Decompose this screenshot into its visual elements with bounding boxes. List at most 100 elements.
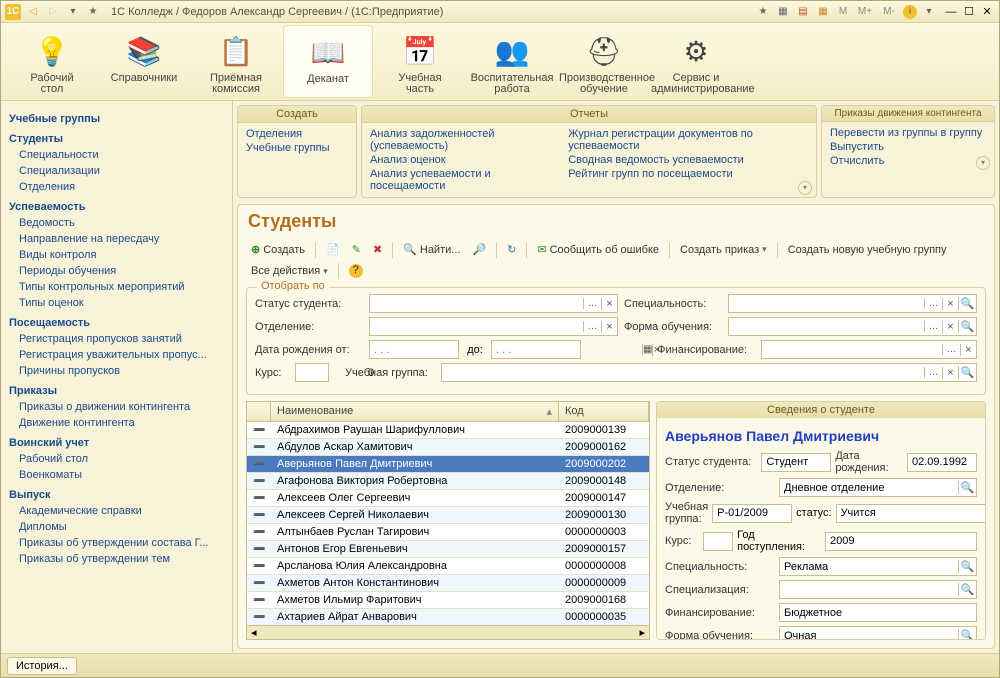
- birth-to-input[interactable]: ▦×: [491, 340, 581, 359]
- sidebar-item[interactable]: Академические справки: [5, 503, 228, 519]
- panel-link[interactable]: Учебные группы: [246, 141, 348, 155]
- search-icon[interactable]: 🔍: [958, 320, 976, 333]
- sidebar-item[interactable]: Приказы об утверждении состава Г...: [5, 535, 228, 551]
- status-field[interactable]: [761, 453, 831, 472]
- table-row[interactable]: ➖Антонов Егор Евгеньевич2009000157: [247, 541, 649, 558]
- table-row[interactable]: ➖Ахтариев Айрат Анварович0000000035: [247, 609, 649, 625]
- calc-icon[interactable]: ▦: [815, 4, 831, 20]
- close-button[interactable]: ✕: [979, 4, 995, 20]
- sidebar-section[interactable]: Успеваемость: [5, 195, 228, 215]
- nav-fwd-icon[interactable]: ▷: [45, 4, 61, 20]
- sidebar-item[interactable]: Периоды обучения: [5, 263, 228, 279]
- dropdown2-icon[interactable]: ▾: [921, 4, 937, 20]
- clear-icon[interactable]: ×: [942, 298, 958, 310]
- lookup-icon[interactable]: …: [583, 298, 601, 309]
- sidebar-item[interactable]: Причины пропусков: [5, 363, 228, 379]
- edit-button[interactable]: ✎: [347, 240, 366, 259]
- search-icon[interactable]: 🔍: [958, 583, 976, 596]
- ribbon-1[interactable]: 📚Справочники: [99, 25, 189, 98]
- sidebar-item[interactable]: Отделения: [5, 179, 228, 195]
- table-row[interactable]: ➖Алексеев Сергей Николаевич2009000130: [247, 507, 649, 524]
- ribbon-7[interactable]: ⚙Сервис и администрирование: [651, 25, 741, 98]
- sidebar-item[interactable]: Типы оценок: [5, 295, 228, 311]
- group-input[interactable]: …×🔍: [441, 363, 977, 382]
- clear-find-button[interactable]: 🔎: [467, 240, 491, 259]
- panel-link[interactable]: Выпустить: [830, 140, 986, 154]
- table-row[interactable]: ➖Ахметов Антон Константинович0000000009: [247, 575, 649, 592]
- history-button[interactable]: История...: [7, 657, 77, 675]
- table-row[interactable]: ➖Агафонова Виктория Робертовна2009000148: [247, 473, 649, 490]
- sidebar-section[interactable]: Посещаемость: [5, 311, 228, 331]
- maximize-button[interactable]: ☐: [961, 4, 977, 20]
- minimize-button[interactable]: —: [943, 4, 959, 20]
- expand-icon[interactable]: ▾: [976, 156, 990, 170]
- lookup-icon[interactable]: …: [583, 321, 601, 332]
- sidebar-item[interactable]: Регистрация уважительных пропус...: [5, 347, 228, 363]
- form-field[interactable]: 🔍: [779, 626, 977, 640]
- sidebar-item[interactable]: Приказы о движении контингента: [5, 399, 228, 415]
- table-row[interactable]: ➖Алексеев Олег Сергеевич2009000147: [247, 490, 649, 507]
- grid-icon[interactable]: ▦: [775, 4, 791, 20]
- gstatus-field[interactable]: [836, 504, 986, 523]
- panel-link[interactable]: Журнал регистрации документов по успевае…: [568, 127, 788, 153]
- clear-icon[interactable]: ×: [942, 321, 958, 333]
- spec-field[interactable]: 🔍: [779, 557, 977, 576]
- ribbon-3[interactable]: 📖Деканат: [283, 25, 373, 98]
- form-input[interactable]: …×🔍: [728, 317, 977, 336]
- group-field[interactable]: 🔍: [712, 504, 792, 523]
- copy-button[interactable]: 📄: [321, 240, 345, 259]
- sidebar-item[interactable]: Специальности: [5, 147, 228, 163]
- sidebar-section[interactable]: Воинский учет: [5, 431, 228, 451]
- favorite-icon[interactable]: ★: [85, 4, 101, 20]
- ribbon-5[interactable]: 👥Воспитательная работа: [467, 25, 557, 98]
- mminus-btn[interactable]: M-: [879, 4, 899, 20]
- sidebar-item[interactable]: Специализации: [5, 163, 228, 179]
- ribbon-6[interactable]: ⛑Производственное обучение: [559, 25, 649, 98]
- specn-field[interactable]: 🔍: [779, 580, 977, 599]
- search-icon[interactable]: 🔍: [958, 629, 976, 640]
- panel-link[interactable]: Сводная ведомость успеваемости: [568, 153, 788, 167]
- sidebar-section[interactable]: Приказы: [5, 379, 228, 399]
- clear-icon[interactable]: ×: [960, 344, 976, 356]
- panel-link[interactable]: Анализ задолженностей (успеваемость): [370, 127, 548, 153]
- expand-icon[interactable]: ▾: [798, 181, 812, 195]
- search-icon[interactable]: 🔍: [958, 297, 976, 310]
- clear-icon[interactable]: ×: [652, 344, 659, 356]
- table-row[interactable]: ➖Алтынбаев Руслан Тагирович0000000003: [247, 524, 649, 541]
- table-row[interactable]: ➖Ахметов Ильмир Фаритович2009000168: [247, 592, 649, 609]
- table-row[interactable]: ➖Аверьянов Павел Дмитриевич2009000202: [247, 456, 649, 473]
- status-input[interactable]: …×: [369, 294, 618, 313]
- col-code[interactable]: Код: [559, 402, 649, 421]
- find-button[interactable]: 🔍Найти...: [398, 240, 465, 259]
- table-row[interactable]: ➖Абдулов Аскар Хамитович2009000162: [247, 439, 649, 456]
- table-row[interactable]: ➖Арсланова Юлия Александровна0000000008: [247, 558, 649, 575]
- nav-back-icon[interactable]: ◁: [25, 4, 41, 20]
- sidebar-item[interactable]: Дипломы: [5, 519, 228, 535]
- sidebar-item[interactable]: Движение контингента: [5, 415, 228, 431]
- all-actions-button[interactable]: Все действия: [246, 262, 333, 280]
- lookup-icon[interactable]: …: [924, 321, 942, 332]
- sidebar-item[interactable]: Виды контроля: [5, 247, 228, 263]
- search-icon[interactable]: 🔍: [958, 366, 976, 379]
- report-bug-button[interactable]: ✉Сообщить об ошибке: [532, 240, 664, 259]
- dropdown-icon[interactable]: ▾: [65, 4, 81, 20]
- dept-field[interactable]: 🔍: [779, 478, 977, 497]
- sidebar-section[interactable]: Выпуск: [5, 483, 228, 503]
- search-icon[interactable]: 🔍: [958, 560, 976, 573]
- panel-link[interactable]: Анализ оценок: [370, 153, 548, 167]
- mplus-btn[interactable]: M+: [855, 4, 875, 20]
- ribbon-0[interactable]: 💡Рабочий стол: [7, 25, 97, 98]
- info-icon[interactable]: i: [903, 5, 917, 19]
- fund-field[interactable]: [779, 603, 977, 622]
- panel-link[interactable]: Анализ успеваемости и посещаемости: [370, 167, 548, 193]
- create-order-button[interactable]: Создать приказ: [675, 241, 772, 259]
- refresh-button[interactable]: ↻: [502, 240, 521, 259]
- clear-icon[interactable]: ×: [601, 321, 617, 333]
- sidebar-item[interactable]: Военкоматы: [5, 467, 228, 483]
- sidebar-item[interactable]: Приказы об утверждении тем: [5, 551, 228, 567]
- h-scrollbar[interactable]: ◂▸: [247, 625, 649, 639]
- calendar-icon[interactable]: ▦: [642, 344, 652, 355]
- create-button[interactable]: ⊕Создать: [246, 240, 310, 259]
- m-btn[interactable]: M: [835, 4, 851, 20]
- clear-icon[interactable]: ×: [942, 367, 958, 379]
